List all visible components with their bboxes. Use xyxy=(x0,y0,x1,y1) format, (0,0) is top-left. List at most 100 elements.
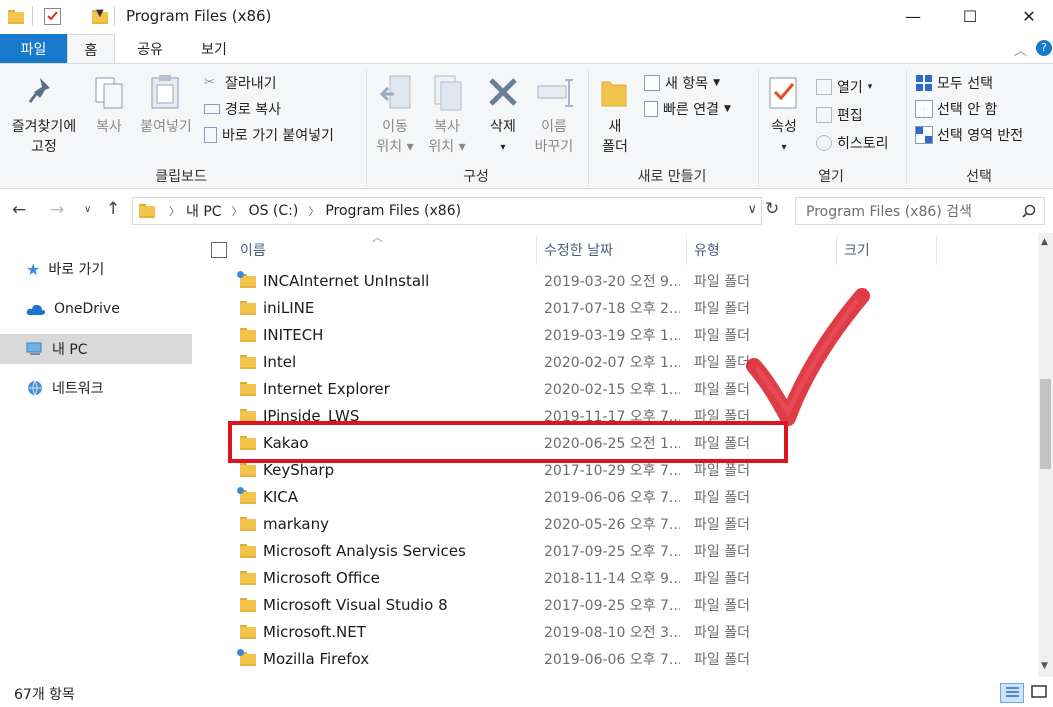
file-name-cell[interactable]: Microsoft.NET xyxy=(240,618,366,645)
file-name-cell[interactable]: INITECH xyxy=(240,321,323,348)
tab-view[interactable]: 보기 xyxy=(185,34,243,64)
file-name: Microsoft Analysis Services xyxy=(263,541,466,560)
address-dropdown-icon[interactable]: ∨ xyxy=(747,202,757,217)
paste-icon xyxy=(151,75,179,109)
forward-arrow-icon[interactable]: → xyxy=(50,200,64,220)
chevron-right-icon[interactable]: 〉 xyxy=(308,203,319,219)
collapse-ribbon-icon[interactable]: ︿ xyxy=(1014,40,1027,59)
file-name-cell[interactable]: Microsoft Analysis Services xyxy=(240,537,466,564)
folder-icon xyxy=(139,204,155,218)
search-box[interactable]: Program Files (x86) 검색 xyxy=(795,197,1045,225)
scroll-up-icon[interactable]: ▲ xyxy=(1041,237,1048,247)
invert-selection-button[interactable]: 선택 영역 반전 xyxy=(915,124,1023,146)
file-name-cell[interactable]: Intel xyxy=(240,348,296,375)
new-item-button[interactable]: 새 항목 ▼ xyxy=(644,72,720,94)
column-divider[interactable] xyxy=(686,235,687,265)
file-name-cell[interactable]: KICA xyxy=(237,483,298,510)
title-bar: ▼ Program Files (x86) — ☐ ✕ xyxy=(0,0,1053,34)
file-name-cell[interactable]: INCAInternet UnInstall xyxy=(237,267,429,294)
refresh-icon[interactable]: ↻ xyxy=(765,199,779,219)
easy-access-icon xyxy=(644,101,658,117)
nav-item-quick-access[interactable]: ★ 바로 가기 xyxy=(0,254,192,284)
copy-icon xyxy=(95,77,123,109)
column-header-size[interactable]: 크기 xyxy=(844,233,870,267)
nav-item-onedrive[interactable]: OneDrive xyxy=(0,294,192,324)
table-row[interactable]: INITECH 2019-03-19 오후 1... 파일 폴더 xyxy=(200,321,1038,348)
breadcrumb-os-c[interactable]: OS (C:) xyxy=(249,203,299,219)
delete-dropdown-icon[interactable]: ▾ xyxy=(478,138,528,157)
nav-item-this-pc[interactable]: 내 PC xyxy=(0,334,192,364)
select-none-button[interactable]: 선택 안 함 xyxy=(915,98,997,120)
select-all-checkbox[interactable] xyxy=(211,242,227,258)
large-icons-view-icon[interactable] xyxy=(1029,683,1051,703)
breadcrumb-this-pc[interactable]: 내 PC xyxy=(186,201,222,221)
column-header-type[interactable]: 유형 xyxy=(694,233,720,267)
dropdown-icon: ▾ xyxy=(867,82,873,92)
table-row[interactable]: markany 2020-05-26 오후 7... 파일 폴더 xyxy=(200,510,1038,537)
file-name-cell[interactable]: Microsoft Office xyxy=(240,564,380,591)
file-name: Mozilla Firefox xyxy=(263,649,370,668)
table-row[interactable]: Microsoft.NET 2019-08-10 오전 3... 파일 폴더 xyxy=(200,618,1038,645)
file-name-cell[interactable]: Internet Explorer xyxy=(240,375,390,402)
table-row[interactable]: INCAInternet UnInstall 2019-03-20 오전 9...… xyxy=(200,267,1038,294)
minimize-button[interactable]: — xyxy=(889,0,937,32)
details-view-icon[interactable] xyxy=(1000,683,1024,703)
edit-icon xyxy=(816,107,832,123)
network-icon xyxy=(28,380,42,396)
breadcrumb-program-files[interactable]: Program Files (x86) xyxy=(325,203,461,219)
column-header-name[interactable]: 이름 xyxy=(240,233,266,267)
tab-home[interactable]: 홈 xyxy=(67,34,115,65)
address-bar[interactable]: 〉 내 PC 〉 OS (C:) 〉 Program Files (x86) ∨ xyxy=(132,197,762,225)
file-name: Microsoft Office xyxy=(263,568,380,587)
table-row[interactable]: KICA 2019-06-06 오후 7... 파일 폴더 xyxy=(200,483,1038,510)
properties-quick-icon[interactable] xyxy=(44,8,61,25)
vertical-scrollbar[interactable]: ▲ ▼ xyxy=(1038,233,1053,677)
back-arrow-icon[interactable]: ← xyxy=(12,200,26,220)
select-all-button[interactable]: 모두 선택 xyxy=(916,72,993,94)
copy-path-button[interactable]: 경로 복사 xyxy=(204,98,281,120)
customize-toolbar-icon[interactable]: ▼ xyxy=(96,8,104,19)
easy-access-button[interactable]: 빠른 연결 ▼ xyxy=(644,98,731,120)
easy-access-label: 빠른 연결 xyxy=(663,102,719,118)
table-row[interactable]: Microsoft Visual Studio 8 2017-09-25 오후 7… xyxy=(200,591,1038,618)
properties-dropdown-icon[interactable]: ▾ xyxy=(762,138,806,157)
close-button[interactable]: ✕ xyxy=(1005,0,1053,32)
new-folder-icon xyxy=(601,81,627,107)
file-name: Intel xyxy=(263,352,297,371)
table-row[interactable]: Microsoft Analysis Services 2017-09-25 오후… xyxy=(200,537,1038,564)
scroll-down-icon[interactable]: ▼ xyxy=(1041,661,1048,671)
nav-item-network[interactable]: 네트워크 xyxy=(0,373,192,403)
column-divider[interactable] xyxy=(836,235,837,265)
file-type: 파일 폴더 xyxy=(694,651,750,668)
table-row[interactable]: Microsoft Office 2018-11-14 오후 9... 파일 폴더 xyxy=(200,564,1038,591)
maximize-button[interactable]: ☐ xyxy=(946,0,994,32)
table-row[interactable]: iniLINE 2017-07-18 오후 2... 파일 폴더 xyxy=(200,294,1038,321)
file-name-cell[interactable]: Mozilla Firefox xyxy=(237,645,370,672)
column-divider[interactable] xyxy=(936,235,937,265)
help-icon[interactable]: ? xyxy=(1036,40,1052,56)
chevron-right-icon[interactable]: 〉 xyxy=(169,203,180,219)
file-name-cell[interactable]: iniLINE xyxy=(240,294,314,321)
cut-button[interactable]: ✂ 잘라내기 xyxy=(204,72,277,94)
column-header-modified[interactable]: 수정한 날짜 xyxy=(544,233,613,267)
copy-path-icon xyxy=(204,104,220,114)
tab-share[interactable]: 공유 xyxy=(122,34,178,64)
file-name-cell[interactable]: Microsoft Visual Studio 8 xyxy=(240,591,448,618)
scrollbar-thumb[interactable] xyxy=(1040,379,1051,469)
column-divider[interactable] xyxy=(536,235,537,265)
select-all-icon xyxy=(916,75,932,91)
history-button[interactable]: 히스토리 xyxy=(816,132,889,154)
edit-button[interactable]: 편집 xyxy=(816,104,863,126)
chevron-right-icon[interactable]: 〉 xyxy=(232,203,243,219)
copy-path-label: 경로 복사 xyxy=(225,102,281,118)
recent-locations-icon[interactable]: ∨ xyxy=(84,204,91,215)
paste-shortcut-button[interactable]: 바로 가기 붙여넣기 xyxy=(204,124,334,146)
up-arrow-icon[interactable]: ↑ xyxy=(106,199,120,219)
open-button[interactable]: 열기 ▾ xyxy=(816,76,872,98)
table-row[interactable]: Intel 2020-02-07 오후 1... 파일 폴더 xyxy=(200,348,1038,375)
table-row[interactable]: Internet Explorer 2020-02-15 오후 1... 파일 폴더 xyxy=(200,375,1038,402)
table-row[interactable]: Mozilla Firefox 2019-06-06 오후 7... 파일 폴더 xyxy=(200,645,1038,672)
file-name-cell[interactable]: markany xyxy=(240,510,329,537)
new-folder-label-2: 폴더 xyxy=(602,139,628,155)
tab-file[interactable]: 파일 xyxy=(0,34,67,64)
